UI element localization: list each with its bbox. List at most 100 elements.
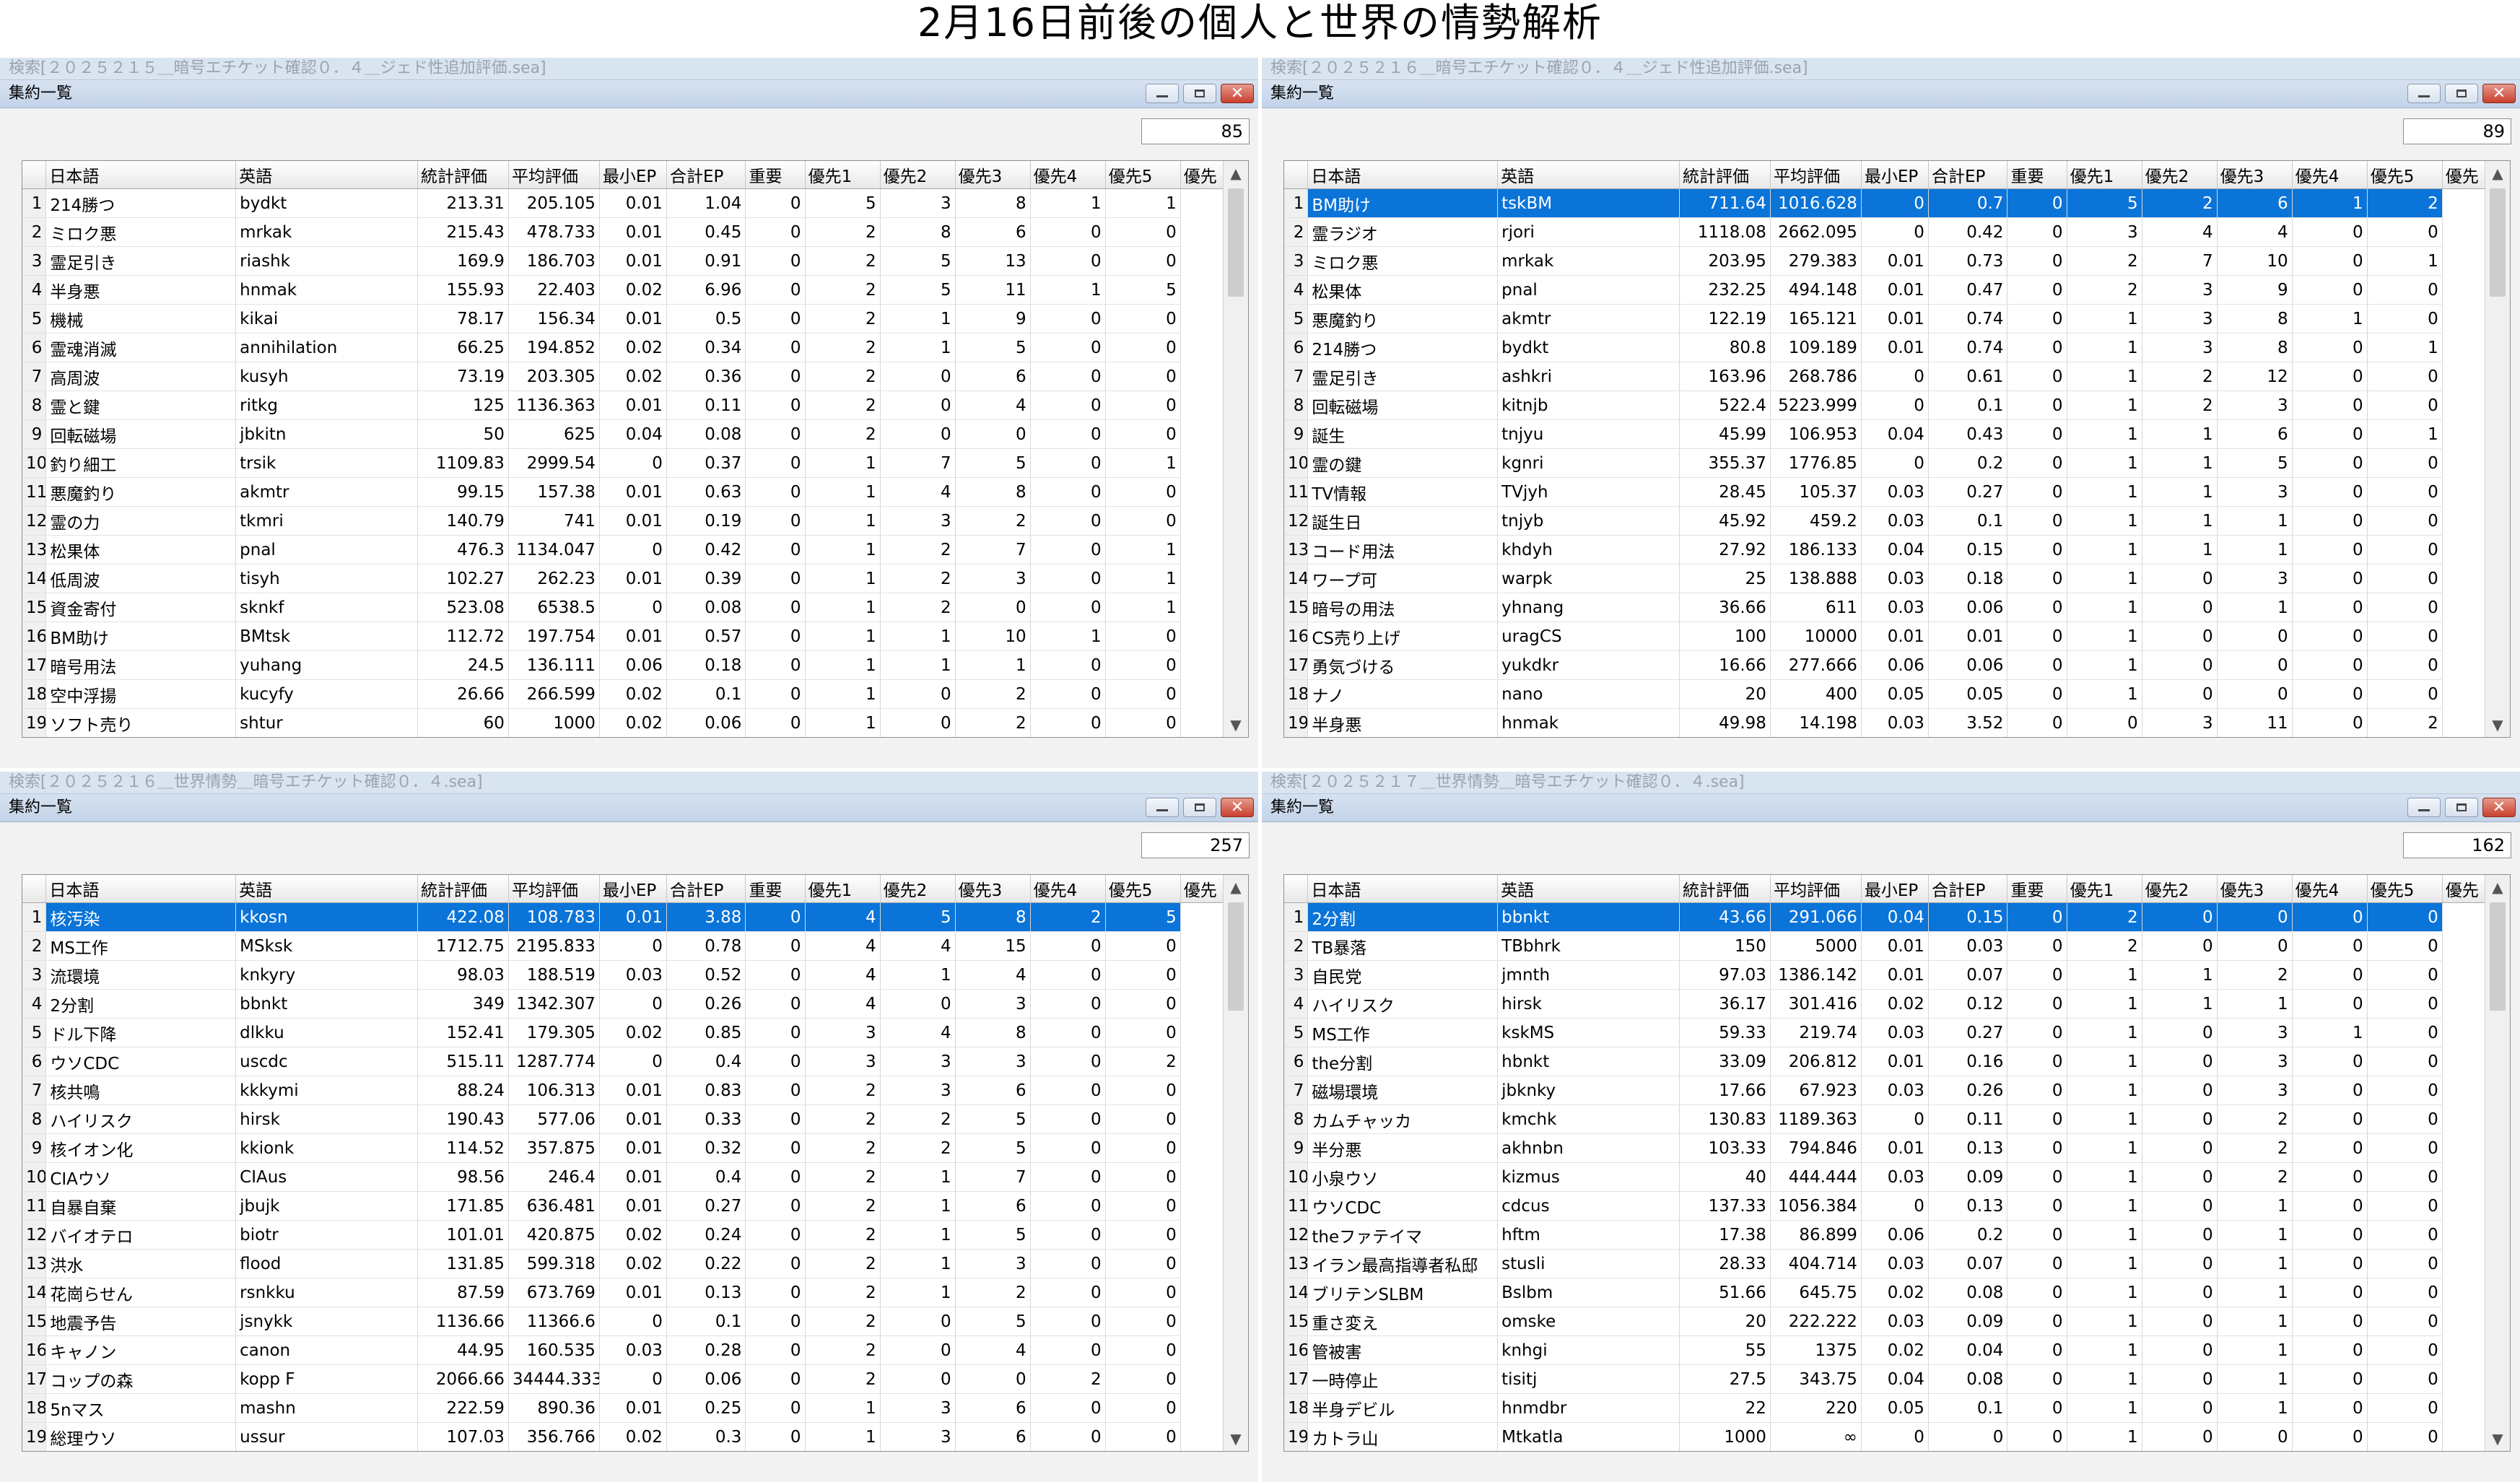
table-cell[interactable]: 356.766 (508, 1422, 600, 1451)
table-cell[interactable]: 0 (880, 679, 956, 709)
table-cell[interactable]: 8 (955, 188, 1031, 218)
table-cell[interactable]: 0 (2142, 1220, 2218, 1250)
table-cell[interactable]: 0 (1105, 477, 1181, 507)
column-header[interactable]: 優先1 (805, 875, 881, 903)
table-cell[interactable]: 0 (2367, 217, 2443, 247)
table-cell[interactable]: 0.03 (1861, 1249, 1929, 1278)
table-cell[interactable]: 0.01 (1861, 1133, 1929, 1163)
table-cell[interactable]: 2 (805, 419, 881, 449)
table-cell[interactable]: 0 (2367, 1307, 2443, 1336)
table-cell[interactable]: TB暴落 (1307, 931, 1499, 961)
table-cell[interactable]: 0 (1861, 362, 1929, 391)
table-cell[interactable]: 1 (2067, 1307, 2142, 1336)
table-cell[interactable]: 36.17 (1679, 989, 1771, 1019)
table-cell[interactable]: 0 (2217, 679, 2293, 709)
table-cell[interactable]: ashkri (1497, 362, 1680, 391)
table-cell[interactable]: 0.18 (1928, 564, 2008, 593)
table-cell[interactable]: 0 (2217, 902, 2293, 932)
table-cell[interactable]: 2 (880, 564, 956, 593)
column-header[interactable]: 平均評価 (508, 875, 600, 903)
table-cell[interactable]: 5 (880, 275, 956, 305)
column-header[interactable]: 優先5 (1105, 875, 1181, 903)
table-cell[interactable]: 0 (1030, 535, 1106, 565)
table-cell[interactable]: 0.03 (1861, 564, 1929, 593)
scroll-thumb[interactable] (1228, 188, 1244, 297)
table-row[interactable]: 12 theファテイマ hftm 17.38 86.899 0.06 0.2 0 1 0 1 0 0 (1284, 1220, 2486, 1250)
minimize-button[interactable] (2407, 84, 2441, 103)
table-row[interactable]: 11 悪魔釣り akmtr 99.15 157.38 0.01 0.63 0 1 4 8 0 0 (22, 477, 1224, 507)
table-cell[interactable]: 0 (2292, 650, 2368, 680)
table-cell[interactable]: 0.13 (1928, 1191, 2008, 1221)
table-cell[interactable]: 0 (2367, 1076, 2443, 1105)
table-cell[interactable]: 8 (880, 217, 956, 247)
column-header[interactable]: 日本語 (1307, 161, 1499, 189)
table-cell[interactable]: 0 (745, 391, 806, 420)
table-cell[interactable]: 494.148 (1770, 275, 1862, 305)
table-cell[interactable]: 0 (745, 679, 806, 709)
table-cell[interactable]: 0.4 (666, 1047, 746, 1076)
table-cell[interactable]: 0 (1105, 362, 1181, 391)
table-cell[interactable]: 0 (2292, 1076, 2368, 1105)
table-cell[interactable]: 0 (1030, 506, 1106, 536)
table-cell[interactable]: 小泉ウソ (1307, 1162, 1499, 1192)
table-cell[interactable]: 0 (2292, 217, 2368, 247)
table-cell[interactable]: 1 (2067, 1047, 2142, 1076)
table-cell[interactable]: 1776.85 (1770, 448, 1862, 478)
table-cell[interactable]: 0 (1105, 246, 1181, 276)
window-titlebar[interactable]: 集約一覧 ✕ (0, 80, 1258, 108)
table-cell[interactable]: 2 (2142, 362, 2218, 391)
table-cell[interactable]: 0 (880, 391, 956, 420)
table-cell[interactable]: 0 (745, 593, 806, 622)
table-cell[interactable]: 0.02 (599, 1018, 667, 1047)
table-cell[interactable]: 0 (2292, 246, 2368, 276)
table-cell[interactable]: 0 (2007, 902, 2067, 932)
table-cell[interactable]: 半身悪 (1307, 708, 1499, 737)
table-cell[interactable]: ワープ可 (1307, 564, 1499, 593)
table-cell[interactable]: 0 (2007, 535, 2067, 565)
table-cell[interactable]: 0.24 (666, 1220, 746, 1250)
table-cell[interactable]: hnmak (1497, 708, 1680, 737)
table-cell[interactable]: 0 (2007, 1278, 2067, 1307)
table-cell[interactable]: 26.66 (417, 679, 509, 709)
table-cell[interactable]: 1 (880, 1220, 956, 1250)
table-cell[interactable]: jbknky (1497, 1076, 1680, 1105)
table-cell[interactable]: 1 (805, 564, 881, 593)
minimize-button[interactable] (1146, 798, 1179, 817)
column-header[interactable]: 優先2 (880, 161, 956, 189)
table-cell[interactable]: 645.75 (1770, 1278, 1862, 1307)
table-cell[interactable]: 7 (880, 448, 956, 478)
table-cell[interactable]: 資金寄付 (45, 593, 237, 622)
table-cell[interactable]: 2 (2367, 708, 2443, 737)
table-cell[interactable]: 霊と鍵 (45, 391, 237, 420)
table-cell[interactable]: 194.852 (508, 333, 600, 362)
table-cell[interactable]: 0 (2007, 593, 2067, 622)
table-cell[interactable]: 0.02 (599, 679, 667, 709)
table-cell[interactable]: 1375 (1770, 1335, 1862, 1365)
table-cell[interactable]: 0 (745, 333, 806, 362)
table-cell[interactable]: 勇気づける (1307, 650, 1499, 680)
table-cell[interactable]: 0 (1030, 931, 1106, 961)
table-cell[interactable]: 2 (955, 708, 1031, 737)
table-cell[interactable]: 0 (880, 1335, 956, 1365)
table-cell[interactable]: 0.02 (599, 333, 667, 362)
table-cell[interactable]: canon (235, 1335, 419, 1365)
table-cell[interactable]: tskBM (1497, 188, 1680, 218)
table-cell[interactable]: 3 (2217, 391, 2293, 420)
maximize-button[interactable] (1183, 798, 1216, 817)
table-cell[interactable]: 0 (1105, 419, 1181, 449)
table-cell[interactable]: 1712.75 (417, 931, 509, 961)
table-cell[interactable]: 476.3 (417, 535, 509, 565)
table-cell[interactable]: 0 (2007, 679, 2067, 709)
table-cell[interactable]: 0 (1030, 1307, 1106, 1336)
table-cell[interactable]: 1 (2067, 1278, 2142, 1307)
table-cell[interactable]: kkosn (235, 902, 419, 932)
table-cell[interactable]: 108.783 (508, 902, 600, 932)
table-row[interactable]: 9 半分悪 akhnbn 103.33 794.846 0.01 0.13 0 1 0 2 0 0 (1284, 1133, 2486, 1163)
table-row[interactable]: 8 カムチャッカ kmchk 130.83 1189.363 0 0.11 0 1 0 2 0 0 (1284, 1104, 2486, 1134)
table-cell[interactable]: 27.92 (1679, 535, 1771, 565)
column-header[interactable]: 統計評価 (1679, 875, 1771, 903)
table-cell[interactable]: 0 (1030, 362, 1106, 391)
table-cell[interactable]: 0 (1030, 246, 1106, 276)
table-row[interactable]: 6 the分割 hbnkt 33.09 206.812 0.01 0.16 0 1 0 3 0 0 (1284, 1047, 2486, 1076)
table-row[interactable]: 4 2分割 bbnkt 349 1342.307 0 0.26 0 4 0 3 0 0 (22, 989, 1224, 1019)
